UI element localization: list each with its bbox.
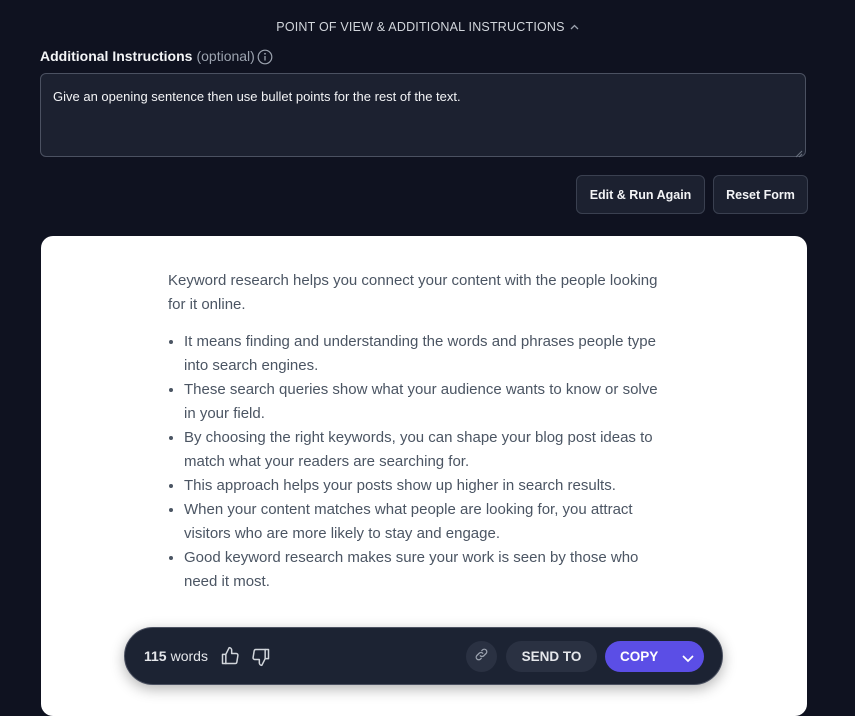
output-intro: Keyword research helps you connect your … [168, 272, 658, 313]
word-count-number: 115 [144, 648, 167, 664]
link-icon [474, 647, 489, 667]
reset-form-button[interactable]: Reset Form [713, 175, 808, 214]
word-count-unit: words [170, 648, 208, 664]
list-item: These search queries show what your audi… [184, 378, 673, 426]
list-item: When your content matches what people ar… [184, 498, 673, 546]
thumbs-down-icon[interactable] [251, 647, 271, 672]
field-label: Additional Instructions (optional) [40, 48, 255, 64]
chevron-down-icon[interactable] [682, 651, 694, 666]
resize-handle[interactable] [795, 146, 803, 158]
output-text: Keyword research helps you connect your … [168, 269, 673, 594]
edit-run-again-button[interactable]: Edit & Run Again [576, 175, 705, 214]
section-title: POINT OF VIEW & ADDITIONAL INSTRUCTIONS [276, 20, 565, 34]
word-count: 115 words [144, 648, 208, 664]
action-bar: 115 words SEND TO COPY [124, 627, 723, 685]
info-icon[interactable] [257, 49, 273, 65]
instructions-value: Give an opening sentence then use bullet… [53, 89, 461, 104]
additional-instructions-input[interactable]: Give an opening sentence then use bullet… [40, 73, 806, 158]
list-item: By choosing the right keywords, you can … [184, 426, 673, 474]
list-item: Good keyword research makes sure your wo… [184, 546, 673, 594]
list-item: This approach helps your posts show up h… [184, 474, 673, 498]
section-toggle[interactable]: POINT OF VIEW & ADDITIONAL INSTRUCTIONS [0, 19, 855, 34]
thumbs-up-icon[interactable] [220, 646, 240, 671]
output-bullet-list: It means finding and understanding the w… [168, 330, 673, 594]
field-label-text: Additional Instructions [40, 48, 193, 64]
link-button[interactable] [466, 641, 497, 672]
copy-button[interactable]: COPY [605, 641, 704, 672]
optional-label: (optional) [196, 48, 255, 64]
list-item: It means finding and understanding the w… [184, 330, 673, 378]
chevron-up-icon [570, 19, 579, 33]
copy-label: COPY [620, 649, 659, 664]
send-to-button[interactable]: SEND TO [506, 641, 597, 672]
